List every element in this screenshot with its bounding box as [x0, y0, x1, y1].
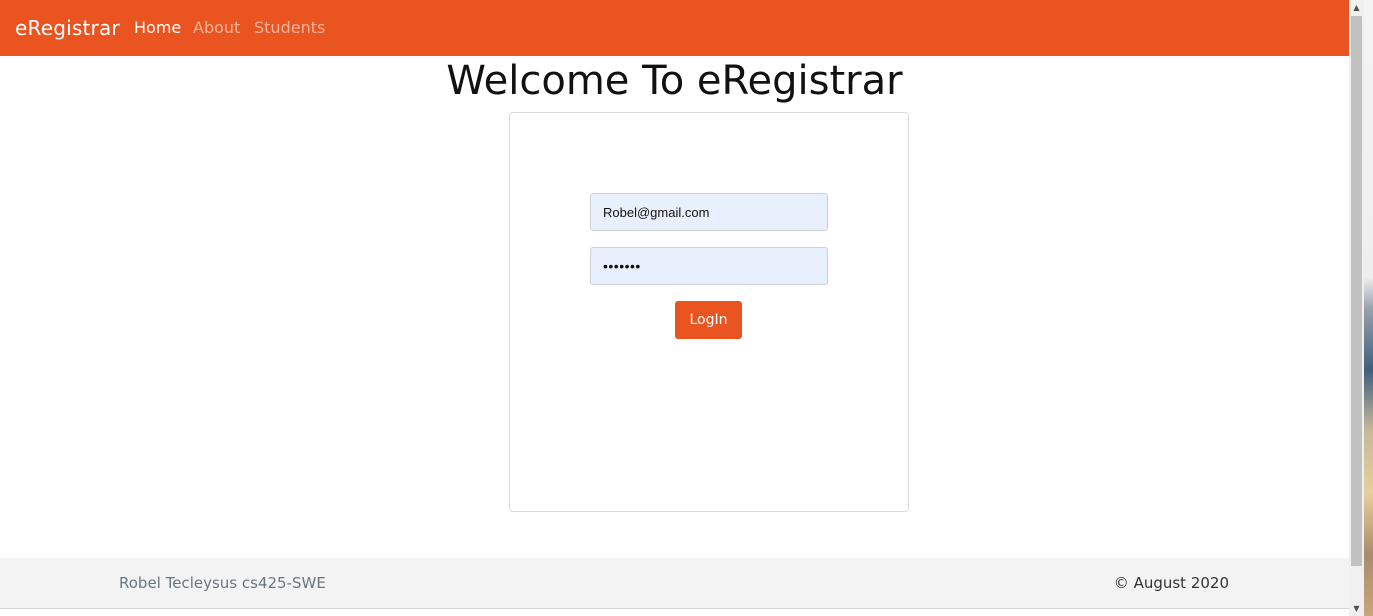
page-title: Welcome To eRegistrar: [446, 58, 903, 104]
footer: Robel Tecleysus cs425-SWE © August 2020: [0, 558, 1349, 608]
page: eRegistrar Home About Students Welcome T…: [0, 0, 1349, 616]
bottom-edge: [0, 608, 1349, 616]
navbar: eRegistrar Home About Students: [0, 0, 1349, 56]
nav-link-about[interactable]: About: [193, 18, 240, 38]
chevron-down-icon[interactable]: ▼: [1349, 601, 1364, 616]
brand-link[interactable]: eRegistrar: [15, 14, 120, 42]
scrollbar-thumb[interactable]: [1351, 16, 1362, 566]
footer-copyright: © August 2020: [1113, 574, 1229, 592]
vertical-scrollbar[interactable]: ▲ ▼: [1349, 0, 1364, 616]
password-field[interactable]: [590, 247, 828, 285]
login-button[interactable]: LogIn: [675, 301, 742, 339]
login-card: LogIn: [509, 112, 909, 512]
chevron-up-icon[interactable]: ▲: [1349, 0, 1364, 15]
nav-link-students[interactable]: Students: [254, 18, 325, 38]
email-field[interactable]: [590, 193, 828, 231]
nav-link-home[interactable]: Home: [134, 18, 181, 38]
footer-author: Robel Tecleysus cs425-SWE: [119, 574, 326, 592]
background-window-edge: [1364, 0, 1373, 616]
